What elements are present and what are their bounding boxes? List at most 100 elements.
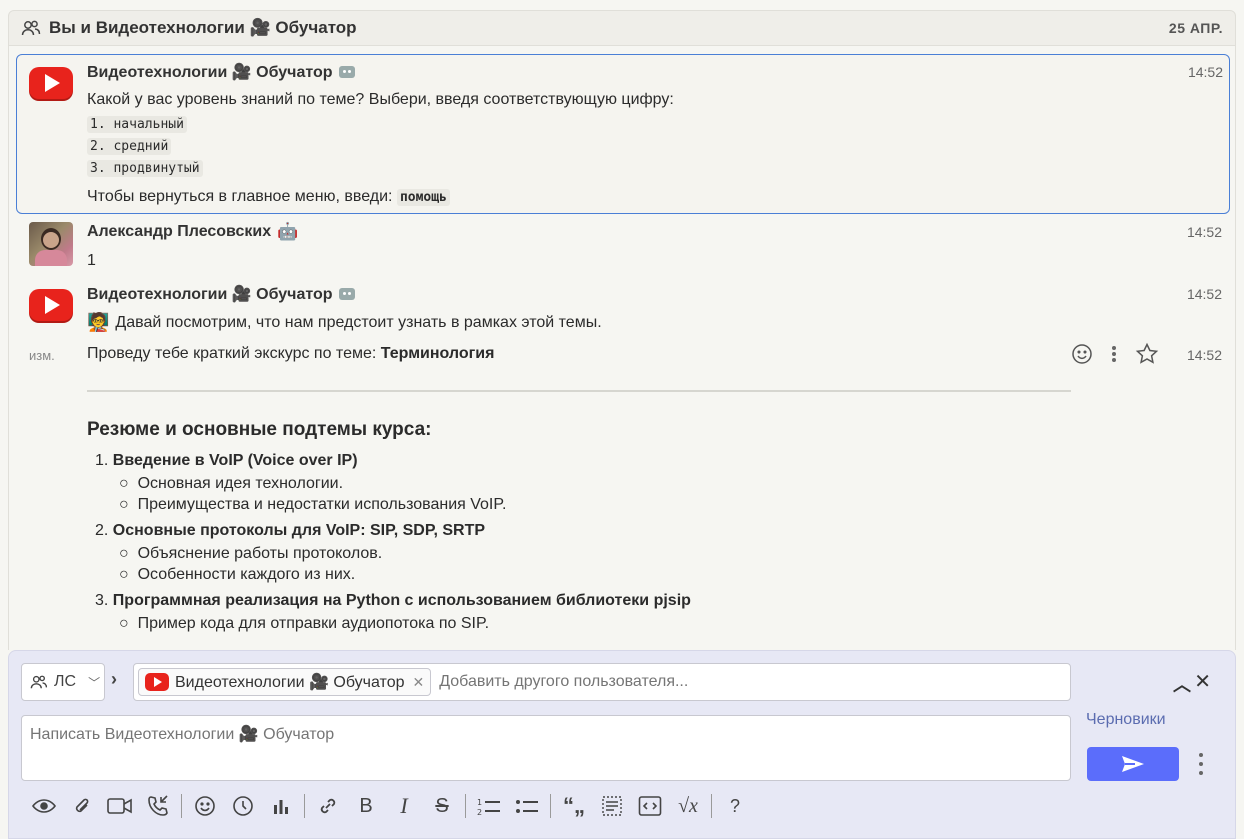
- user-avatar[interactable]: [29, 222, 73, 266]
- message-text: Проведу тебе краткий экскурс по теме: Те…: [87, 345, 495, 362]
- conversation-header[interactable]: Вы и Видеотехнологии 🎥 Обучатор 25 АПР.: [8, 10, 1236, 46]
- message-type-select[interactable]: ЛС ﹀: [21, 663, 105, 701]
- math-icon[interactable]: √x: [669, 791, 707, 821]
- recipient-pill[interactable]: Видеотехнологии 🎥 Обучатор ✕: [138, 668, 432, 696]
- options-list: 1. начальный 2. средний 3. продвинутый: [87, 113, 203, 179]
- topic-title: Программная реализация на Python с испол…: [112, 592, 691, 609]
- option-item: 1. начальный: [87, 116, 187, 133]
- topic-item: 3. Программная реализация на Python с ис…: [95, 592, 1055, 634]
- topic-title: Основные протоколы для VoIP: SIP, SDP, S…: [112, 522, 486, 539]
- bold-icon[interactable]: B: [347, 791, 385, 821]
- sender-name[interactable]: Видеотехнологии 🎥 Обучатор: [87, 62, 355, 82]
- topic-item: 2. Основные протоколы для VoIP: SIP, SDP…: [95, 522, 1055, 585]
- poll-icon[interactable]: [262, 791, 300, 821]
- bot-avatar[interactable]: [29, 289, 73, 323]
- sender-name[interactable]: Видеотехнологии 🎥 Обучатор: [87, 284, 355, 304]
- edited-label[interactable]: изм.: [29, 348, 55, 363]
- topic-list: 1. Введение в VoIP (Voice over IP) ○ Осн…: [95, 452, 1055, 634]
- send-icon: [1122, 756, 1144, 772]
- chevron-right-icon: ›: [111, 669, 117, 689]
- remove-recipient-icon[interactable]: ✕: [413, 674, 425, 691]
- drafts-link[interactable]: Черновики: [1086, 711, 1166, 729]
- page: Вы и Видеотехнологии 🎥 Обучатор 25 АПР. …: [0, 0, 1244, 839]
- people-icon: [21, 20, 41, 36]
- video-icon[interactable]: [101, 791, 139, 821]
- message-input[interactable]: [21, 715, 1071, 781]
- link-icon[interactable]: [309, 791, 347, 821]
- message-user[interactable]: Александр Плесовских 🤖 14:52 1: [9, 220, 1235, 270]
- message-list[interactable]: Видеотехнологии 🎥 Обучатор 14:52 Какой у…: [8, 46, 1236, 650]
- message-time[interactable]: 14:52: [1187, 347, 1222, 363]
- message-type-label: ЛС: [54, 673, 77, 690]
- subtopic-item: ○ Основная идея технологии.: [119, 475, 344, 492]
- collapse-icon[interactable]: ︿: [1173, 671, 1191, 697]
- toolbar-separator: [711, 794, 712, 818]
- bullet-list-icon[interactable]: [508, 791, 546, 821]
- smile-icon[interactable]: [186, 791, 224, 821]
- message-actions: [1071, 342, 1159, 366]
- recipient-field[interactable]: Видеотехнологии 🎥 Обучатор ✕: [133, 663, 1071, 701]
- message-footer: Чтобы вернуться в главное меню, введи: п…: [87, 188, 450, 206]
- subtopic-item: ○ Особенности каждого из них.: [119, 566, 356, 583]
- strikethrough-icon[interactable]: S: [423, 791, 461, 821]
- toolbar-separator: [550, 794, 551, 818]
- code-icon[interactable]: [631, 791, 669, 821]
- more-actions-icon[interactable]: [1103, 343, 1125, 365]
- compose-box: ЛС ﹀ › Видеотехнологии 🎥 Обучатор ✕ ︿ ✕ …: [8, 650, 1236, 839]
- quote-icon[interactable]: “„: [555, 791, 593, 821]
- send-options-icon[interactable]: [1195, 751, 1207, 777]
- add-reaction-icon[interactable]: [1071, 343, 1093, 365]
- formatting-toolbar: B I S 12 “„ √x ?: [25, 791, 754, 821]
- option-item: 2. средний: [87, 138, 172, 155]
- message-time[interactable]: 14:52: [1187, 286, 1222, 302]
- toolbar-separator: [465, 794, 466, 818]
- subtopic-item: ○ Объяснение работы протоколов.: [119, 545, 383, 562]
- message-text: 1: [87, 252, 96, 269]
- spoiler-icon[interactable]: [593, 791, 631, 821]
- conversation-title: Вы и Видеотехнологии 🎥 Обучатор: [49, 18, 357, 37]
- paperclip-icon[interactable]: [63, 791, 101, 821]
- add-user-input[interactable]: [439, 673, 840, 691]
- teacher-emoji-icon: 🧑‍🏫: [87, 312, 110, 332]
- topic-title: Введение в VoIP (Voice over IP): [112, 452, 358, 469]
- svg-text:1: 1: [477, 798, 482, 807]
- svg-text:2: 2: [477, 808, 482, 816]
- robot-emoji-icon: 🤖: [277, 222, 299, 241]
- bot-icon: [338, 288, 355, 300]
- message-time[interactable]: 14:52: [1187, 224, 1222, 240]
- message-bot-summary[interactable]: изм. Проведу тебе краткий экскурс по тем…: [9, 342, 1235, 650]
- subtopic-item: ○ Преимущества и недостатки использовани…: [119, 496, 507, 513]
- message-bot-intro[interactable]: Видеотехнологии 🎥 Обучатор 14:52 🧑‍🏫 Дав…: [9, 282, 1235, 336]
- recipient-name: Видеотехнологии 🎥 Обучатор: [175, 674, 405, 691]
- date-label: 25 АПР.: [1168, 20, 1223, 36]
- divider: [87, 390, 1071, 392]
- clock-icon[interactable]: [224, 791, 262, 821]
- chevron-down-icon: ﹀: [88, 675, 101, 690]
- sender-name[interactable]: Александр Плесовских 🤖: [87, 222, 298, 242]
- message-text-row: 🧑‍🏫 Давай посмотрим, что нам предстоит у…: [87, 312, 602, 333]
- message-time[interactable]: 14:52: [1188, 64, 1223, 80]
- youtube-icon: [145, 673, 169, 691]
- person-icon: [30, 675, 48, 689]
- italic-icon[interactable]: I: [385, 791, 423, 821]
- numbered-list-icon[interactable]: 12: [470, 791, 508, 821]
- eye-icon[interactable]: [25, 791, 63, 821]
- option-item: 3. продвинутый: [87, 160, 203, 177]
- subtopic-item: ○ Пример кода для отправки аудиопотока п…: [119, 615, 490, 632]
- message-bot-question[interactable]: Видеотехнологии 🎥 Обучатор 14:52 Какой у…: [16, 54, 1230, 214]
- topic-item: 1. Введение в VoIP (Voice over IP) ○ Осн…: [95, 452, 1055, 515]
- bot-avatar[interactable]: [29, 67, 73, 101]
- bot-icon: [338, 66, 355, 78]
- toolbar-separator: [304, 794, 305, 818]
- message-text: Давай посмотрим, что нам предстоит узнат…: [115, 313, 602, 331]
- command-code: помощь: [396, 189, 450, 206]
- topic-name: Терминология: [380, 345, 495, 362]
- send-button[interactable]: [1087, 747, 1179, 781]
- phone-icon[interactable]: [139, 791, 177, 821]
- star-icon[interactable]: [1135, 342, 1159, 366]
- toolbar-separator: [181, 794, 182, 818]
- help-icon[interactable]: ?: [716, 791, 754, 821]
- message-text: Какой у вас уровень знаний по теме? Выбе…: [87, 91, 674, 108]
- summary-heading: Резюме и основные подтемы курса:: [87, 419, 432, 440]
- close-icon[interactable]: ✕: [1194, 669, 1211, 694]
